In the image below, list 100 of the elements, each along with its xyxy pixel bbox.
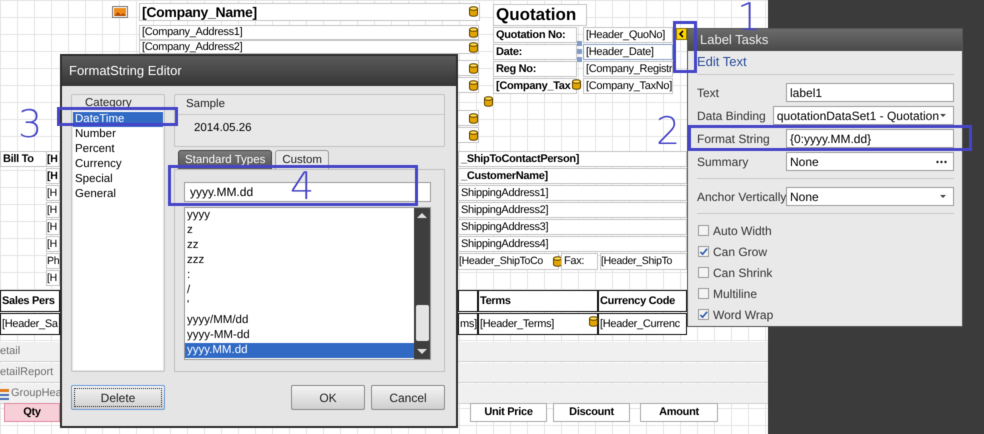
report-label: Bill To — [0, 151, 47, 167]
table-cell: ms] — [458, 313, 478, 335]
table-cell: [Header_Terms] — [478, 313, 598, 335]
checkbox[interactable] — [698, 309, 709, 320]
field-label: Text — [697, 86, 720, 100]
database-icon — [589, 316, 598, 328]
scroll-up-icon — [415, 211, 429, 220]
ellipsis-icon — [936, 160, 947, 164]
report-label: ShippingAddress1] — [458, 185, 687, 201]
database-icon — [469, 63, 478, 75]
field-label: Anchor Vertically — [697, 190, 786, 204]
field-label: Format String — [697, 132, 771, 146]
report-label: Ph — [46, 253, 60, 269]
checkbox[interactable] — [698, 225, 709, 236]
checkbox-label: Can Shrink — [713, 266, 772, 280]
report-label: [Company_TaxNo] — [583, 78, 673, 94]
column-header: Sales Pers — [0, 290, 60, 312]
table-cell: [Header_Currenc — [598, 313, 687, 335]
category-item[interactable]: General — [73, 187, 163, 202]
field-label: Summary — [697, 154, 750, 168]
checkbox-label: Auto Width — [713, 224, 772, 238]
table-cell — [458, 290, 478, 312]
database-icon — [469, 80, 478, 92]
report-label: Fax: — [561, 253, 598, 270]
category-item[interactable]: Percent — [73, 142, 163, 157]
property-field[interactable]: label1 — [786, 83, 954, 102]
report-label: [Header_ShipTo — [600, 253, 687, 270]
dialog-button[interactable]: Delete — [71, 385, 165, 410]
format-item[interactable]: yyyy-MM-dd — [185, 328, 414, 343]
report-label: [Company_Registr — [583, 61, 673, 77]
report-label: [H — [46, 202, 60, 218]
scrollbar[interactable] — [414, 208, 430, 359]
report-label: Reg No: — [493, 61, 577, 77]
report-label: [Company_Tax — [493, 78, 577, 94]
scroll-thumb[interactable] — [416, 305, 428, 341]
format-item[interactable]: yyyy/MM/dd — [185, 313, 414, 328]
report-label: _CustomerName] — [458, 168, 687, 184]
report-label: ShippingAddress4] — [458, 236, 687, 252]
format-item[interactable]: yyyy — [185, 208, 414, 223]
field-value: {0:yyyy.MM.dd} — [790, 132, 872, 146]
column-header: Qty — [4, 403, 60, 422]
report-label: [H — [46, 185, 60, 201]
property-field[interactable]: quotationDataSet1 - Quotation — [772, 106, 954, 125]
edit-text-link[interactable]: Edit Text — [697, 51, 747, 73]
report-label: Quotation No: — [493, 27, 577, 43]
format-item[interactable]: z — [185, 223, 414, 238]
checkbox[interactable] — [698, 267, 709, 278]
chevron-icon — [677, 29, 686, 39]
database-icon — [553, 256, 562, 268]
table-cell: [Header_Sa — [0, 313, 60, 335]
property-field[interactable]: {0:yyyy.MM.dd} — [786, 129, 954, 148]
database-icon — [469, 6, 478, 18]
format-item[interactable]: ' — [185, 298, 414, 313]
checkmark-icon — [699, 247, 708, 256]
field-value: label1 — [790, 86, 822, 100]
format-item[interactable]: yyyy.MM.dd — [185, 343, 414, 358]
report-label: ShippingAddress3] — [458, 219, 687, 235]
report-label: ShippingAddress2] — [458, 202, 687, 218]
band-label: etail — [0, 344, 20, 359]
database-icon — [484, 96, 493, 108]
checkbox-label: Word Wrap — [713, 308, 774, 322]
band-label: etailReport — [0, 365, 54, 380]
dialog-button[interactable]: Cancel — [371, 385, 445, 410]
field-value: None — [790, 154, 819, 168]
band-label: GroupHea — [11, 386, 62, 401]
report-label: [Header_ShipToCo — [458, 253, 559, 270]
dialog-button[interactable]: OK — [291, 385, 365, 410]
category-item[interactable]: Currency — [73, 157, 163, 172]
checkbox[interactable] — [698, 288, 709, 299]
report-label: [Company_Address2] — [139, 40, 479, 54]
report-label: _ShipToContactPerson] — [458, 151, 687, 167]
database-icon — [469, 130, 478, 142]
checkmark-icon — [699, 310, 708, 319]
panel-title: Label Tasks — [688, 29, 962, 51]
category-item[interactable]: Special — [73, 172, 163, 187]
annotation-number: 2 — [656, 111, 680, 151]
format-item[interactable]: zz — [185, 238, 414, 253]
format-item[interactable]: : — [185, 268, 414, 283]
annotation-box — [673, 21, 697, 73]
category-item[interactable]: Number — [73, 127, 163, 142]
field-value: None — [790, 190, 819, 204]
database-icon — [572, 79, 581, 91]
report-label: [Header_QuoNo] — [583, 27, 673, 43]
property-field[interactable]: None — [786, 187, 954, 206]
image-icon — [112, 6, 128, 18]
dropdown-arrow-icon — [939, 113, 947, 118]
format-item[interactable]: / — [185, 283, 414, 298]
group-title: Sample — [175, 95, 444, 115]
property-field[interactable]: None — [786, 152, 954, 171]
checkbox-label: Can Grow — [713, 244, 768, 258]
report-label: [H — [46, 270, 60, 286]
checkbox[interactable] — [698, 246, 709, 257]
dropdown-arrow-icon — [939, 194, 947, 199]
format-item[interactable]: zzz — [185, 253, 414, 268]
field-label: Data Binding — [697, 108, 767, 122]
report-label: [Company_Name] — [139, 3, 480, 21]
sample-text: 2014.05.26 — [193, 121, 253, 134]
scroll-down-icon — [415, 347, 429, 356]
smart-tag-button[interactable] — [676, 28, 687, 40]
report-label: [H — [46, 168, 60, 184]
